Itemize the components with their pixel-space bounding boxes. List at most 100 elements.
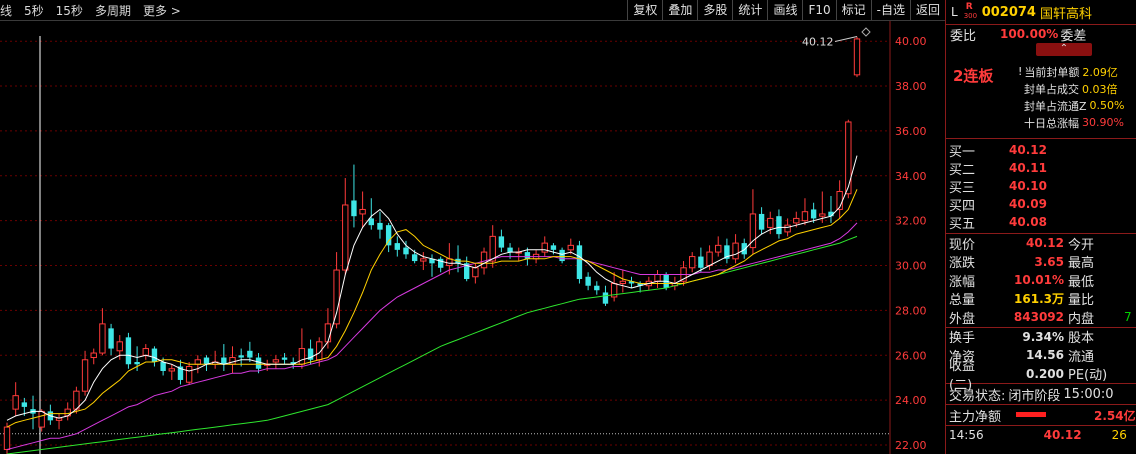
candle-body (784, 224, 791, 233)
quote-table-2: 换手 9.34% 股本 净资 14.56 流通 收益(二) 0.200 PE(动) (946, 328, 1136, 393)
quote-row: 外盘 843092 内盘 7 (949, 310, 1132, 327)
order-level: 买一 40.12 (949, 143, 1047, 160)
quote-table: 现价 40.12 今开 涨跌 3.65 最高 涨幅 10.01% 最低 总量 161.3万 量比 外盘 8… (946, 234, 1136, 328)
weicha-label: 委差 (1060, 28, 1087, 44)
trade-status: 交易状态: 闭市阶段 15:00:0 (946, 384, 1136, 405)
candle-body (472, 267, 479, 278)
quote-row: 涨幅 10.01% 最低 (949, 273, 1095, 290)
fengdan-row: 封单占成交 0.03倍 (1024, 82, 1118, 96)
candle-body (255, 357, 262, 369)
candle-body (151, 348, 158, 363)
zhuli-bar (1016, 412, 1046, 417)
toolbar-button[interactable]: 多股 (697, 0, 732, 20)
toolbar-button[interactable]: 返回 (909, 0, 945, 20)
candle-body (767, 217, 774, 228)
candle-body (567, 244, 574, 251)
stock-name[interactable]: 国轩高科 (1040, 3, 1092, 22)
toolbar-button[interactable]: F10 (802, 0, 835, 20)
candle-body (359, 208, 366, 215)
toolbar-button[interactable]: 复权 (627, 0, 662, 20)
diamond-icon (861, 27, 871, 37)
candle-body (698, 256, 704, 268)
candle-body (21, 402, 28, 407)
toolbar-button[interactable]: -自选 (870, 0, 910, 20)
stock-prefix: L (951, 5, 958, 19)
y-tick-label: 36.00 (895, 125, 927, 138)
candle-body (732, 242, 739, 260)
candle-body (90, 352, 97, 359)
candle-body (3, 426, 11, 451)
candle-body (203, 357, 210, 365)
candle-body (853, 38, 861, 76)
fengdan-box: 2连板 ! 当前封单额 2.09亿 封单占成交 0.03倍 封单占流通Z 0.50% 十日总涨… (946, 43, 1136, 139)
candle-body (134, 362, 140, 365)
period-tab[interactable]: 线 (0, 2, 12, 19)
period-tab[interactable]: 15秒 (56, 2, 83, 19)
candle-body (99, 323, 106, 354)
candle-body (619, 280, 627, 284)
candle-body (160, 362, 166, 371)
candle-body (38, 410, 45, 428)
candle-body (420, 258, 427, 262)
candle-body (116, 341, 123, 352)
candle-body (194, 359, 202, 365)
order-level: 买五 40.08 (949, 215, 1047, 232)
candle-body (185, 366, 193, 383)
annotation-label: 40.12 (802, 35, 834, 48)
candle-body (125, 337, 132, 365)
zhuli-row: 主力净额 2.54亿 (946, 405, 1136, 426)
y-tick-label: 38.00 (895, 80, 927, 93)
stock-header: L R 300 002074 国轩高科 (946, 0, 1136, 25)
quote-row: 收益(二) 0.200 PE(动) (949, 358, 1108, 393)
ma5-line (6, 155, 858, 421)
candle-body (507, 247, 513, 253)
candle-body (576, 245, 583, 280)
candle-body (498, 236, 505, 248)
lianban-label: 2连板 (953, 67, 994, 85)
candle-body (351, 200, 357, 217)
alert-marker-icon: ! (1018, 65, 1023, 78)
candle-body (298, 348, 306, 365)
kline-chart[interactable]: 40.00 38.00 36.00 34.00 32.00 30.00 28.00 26.00… (0, 21, 945, 454)
candle-body (333, 269, 340, 325)
candle-body (238, 355, 244, 358)
candle-body (585, 276, 591, 286)
candle-body (272, 359, 280, 363)
candle-body (801, 211, 809, 222)
fengdan-rows: ! 当前封单额 2.09亿 封单占成交 0.03倍 封单占流通Z 0.50% 十日总涨幅 30.… (1018, 63, 1125, 131)
candle-body (247, 350, 253, 358)
y-tick-label: 34.00 (895, 170, 927, 183)
candle-body (324, 323, 332, 343)
candle-body (776, 216, 782, 235)
candle-body (480, 251, 488, 269)
candle-body (715, 244, 722, 253)
candle-body (73, 390, 80, 410)
candle-body (706, 251, 713, 267)
period-tab[interactable]: 多周期 (95, 2, 131, 19)
y-tick-label: 32.00 (895, 215, 927, 228)
toolbar-button[interactable]: 统计 (732, 0, 767, 20)
candle-body (81, 359, 89, 392)
candle-body (741, 243, 747, 255)
y-tick-label: 28.00 (895, 304, 927, 317)
order-level: 买二 40.11 (949, 161, 1047, 178)
period-selector: 线 5秒 15秒 多周期 更多 > (0, 0, 193, 20)
toolbar-button[interactable]: 标记 (835, 0, 871, 20)
quote-row: 涨跌 3.65 最高 (949, 254, 1095, 272)
candle-body (559, 249, 565, 262)
period-tab[interactable]: 5秒 (24, 2, 44, 19)
stock-code[interactable]: 002074 (982, 5, 1036, 20)
candle-body (758, 213, 765, 230)
weibi-row: 委比 100.00% 委差 (946, 25, 1136, 44)
period-tab[interactable]: 更多 > (143, 2, 181, 19)
candle-body (845, 121, 852, 195)
toolbar-button[interactable]: 画线 (767, 0, 802, 20)
y-tick-label: 22.00 (895, 439, 927, 452)
candle-body (394, 243, 400, 250)
quote-panel: L R 300 002074 国轩高科 委比 100.00% 委差 ⌃ 2连板 … (945, 0, 1136, 454)
candle-body (385, 225, 392, 246)
candle-body (810, 209, 817, 219)
weibi-label: 委比 (950, 28, 977, 44)
toolbar-button[interactable]: 叠加 (662, 0, 697, 20)
candle-body (108, 328, 114, 349)
